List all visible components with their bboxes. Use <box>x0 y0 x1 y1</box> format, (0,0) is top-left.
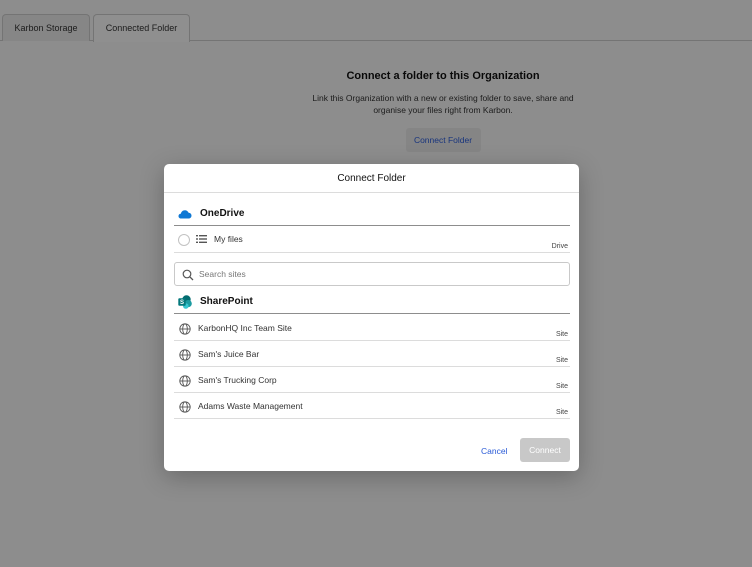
onedrive-label: OneDrive <box>200 208 245 219</box>
item-name: Sam's Juice Bar <box>198 349 260 359</box>
globe-icon <box>179 401 191 413</box>
list-item[interactable]: My files Drive <box>174 227 570 253</box>
list-icon <box>196 235 207 243</box>
dialog-title: Connect Folder <box>164 164 579 193</box>
list-item[interactable]: Sam's Juice Bar Site <box>174 341 570 367</box>
search-icon <box>182 269 194 281</box>
sharepoint-section-header: S SharePoint <box>174 292 570 314</box>
globe-icon <box>179 323 191 335</box>
item-name: KarbonHQ Inc Team Site <box>198 323 292 333</box>
item-type: Site <box>555 331 568 338</box>
radio-button[interactable] <box>178 234 190 246</box>
onedrive-icon <box>178 210 192 219</box>
list-item[interactable]: KarbonHQ Inc Team Site Site <box>174 315 570 341</box>
search-sites <box>174 262 570 286</box>
connect-button[interactable]: Connect <box>520 438 570 462</box>
connect-folder-dialog: Connect Folder OneDrive My files Drive S… <box>164 164 579 471</box>
sharepoint-icon: S <box>178 295 192 309</box>
list-item[interactable]: Adams Waste Management Site <box>174 393 570 419</box>
svg-text:S: S <box>180 300 184 306</box>
item-type: Site <box>555 383 568 390</box>
item-type: Site <box>555 357 568 364</box>
onedrive-section-header: OneDrive <box>174 204 570 226</box>
sharepoint-label: SharePoint <box>200 296 253 307</box>
globe-icon <box>179 375 191 387</box>
item-type: Drive <box>551 243 568 250</box>
item-name: My files <box>214 234 243 244</box>
item-name: Sam's Trucking Corp <box>198 375 277 385</box>
item-name: Adams Waste Management <box>198 401 303 411</box>
item-type: Site <box>555 409 568 416</box>
cancel-button[interactable]: Cancel <box>481 446 507 456</box>
search-input[interactable] <box>199 266 559 282</box>
globe-icon <box>179 349 191 361</box>
list-item[interactable]: Sam's Trucking Corp Site <box>174 367 570 393</box>
